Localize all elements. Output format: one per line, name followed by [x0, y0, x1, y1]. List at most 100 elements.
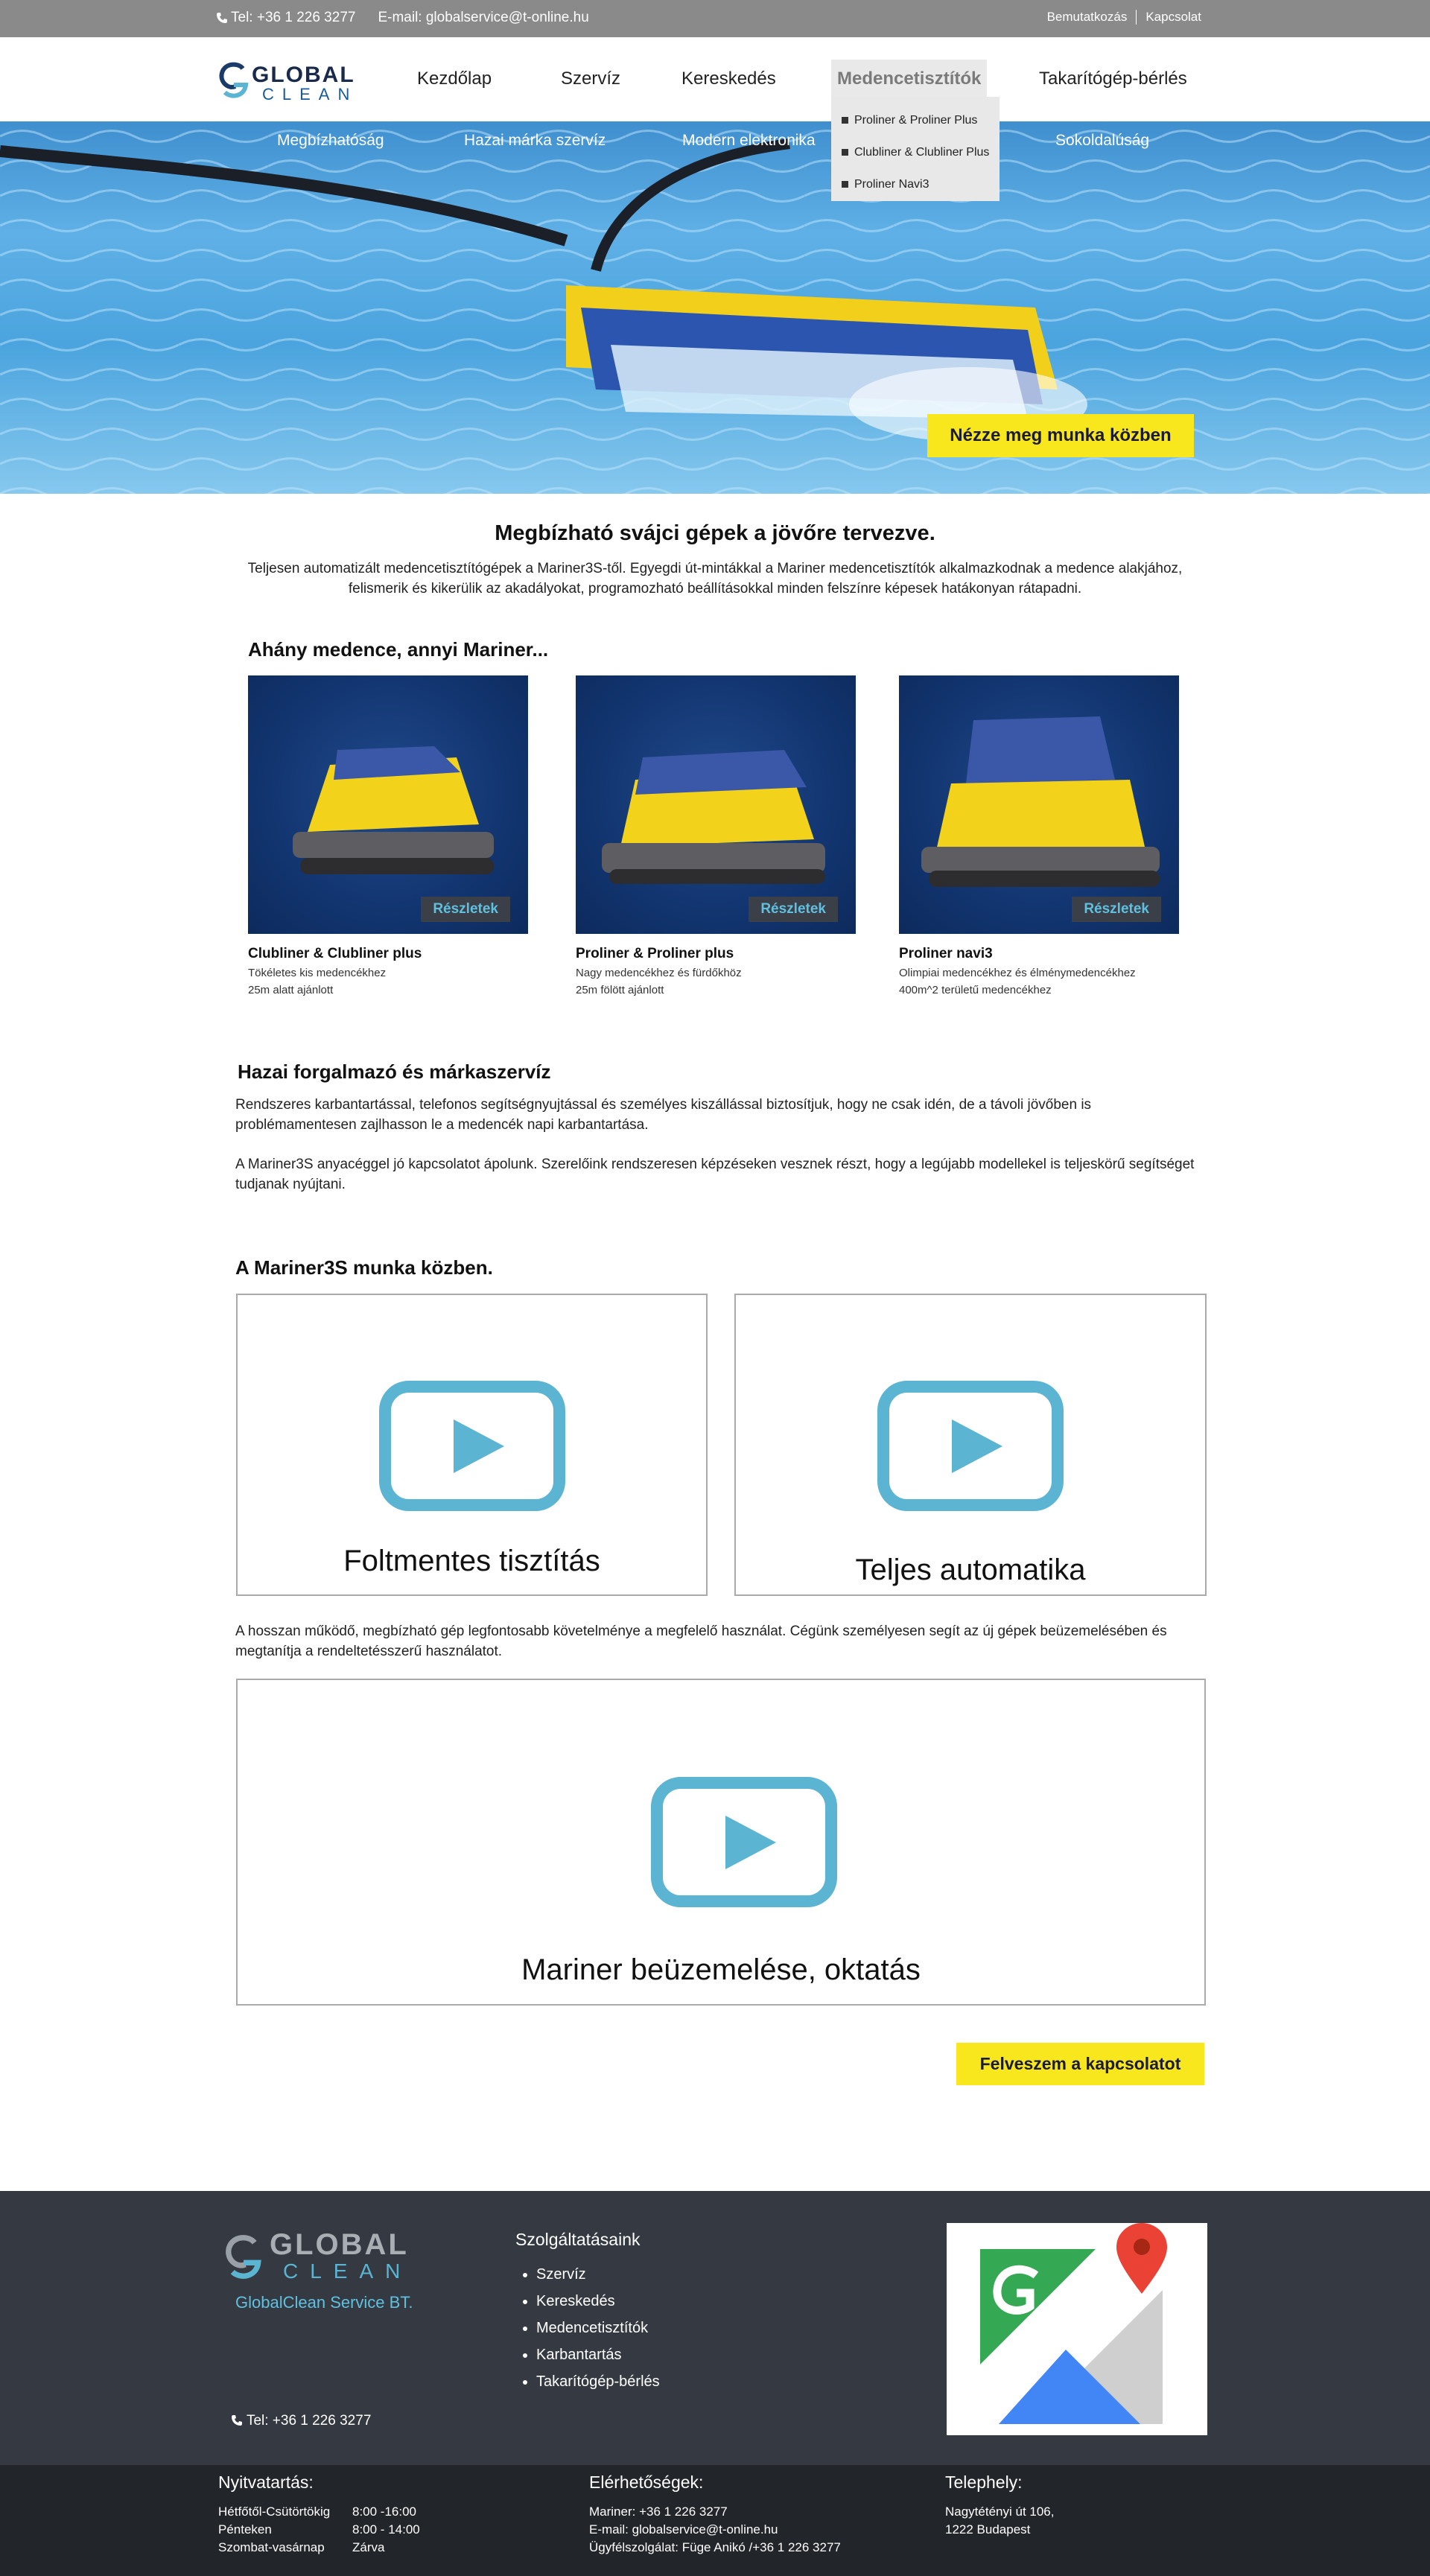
product-card-proliner[interactable]: Részletek Proliner & Proliner plus Nagy …	[576, 675, 856, 996]
robot-image	[293, 746, 494, 874]
hero-sub-service[interactable]: Hazai márka szervíz	[464, 132, 606, 150]
intro-text: Teljesen automatizált medencetisztítógép…	[247, 561, 1183, 597]
bullet-icon	[842, 117, 848, 124]
footer-service-item[interactable]: Karbantartás	[536, 2341, 660, 2368]
address-line: 1222 Budapest	[945, 2522, 1031, 2537]
service-title: Hazai forgalmazó és márkaszervíz	[238, 1060, 551, 1083]
product-desc: 400m^2 területű medencékhez	[899, 984, 1052, 996]
phone-icon	[217, 13, 227, 23]
footer-service-item[interactable]: Szervíz	[536, 2261, 660, 2288]
video-installation-training[interactable]: Mariner beüzemelése, oktatás	[236, 1679, 1206, 2006]
google-maps-icon	[980, 2223, 1167, 2424]
play-icon	[379, 1381, 565, 1511]
product-desc: 25m fölött ajánlott	[576, 984, 664, 996]
videos-title: A Mariner3S munka közben.	[235, 1256, 493, 1279]
dropdown-item-proliner[interactable]: Proliner & Proliner Plus	[842, 104, 1000, 136]
contact-line[interactable]: Mariner: +36 1 226 3277	[589, 2503, 841, 2521]
service-paragraph-2: A Mariner3S anyacéggel jó kapcsolatot áp…	[235, 1157, 1195, 1192]
google-maps-link[interactable]	[947, 2223, 1207, 2435]
footer-services-list: Szervíz Kereskedés Medencetisztítók Karb…	[536, 2261, 660, 2395]
product-card-navi3[interactable]: Részletek Proliner navi3 Olimpiai medenc…	[899, 675, 1179, 996]
products-title: Ahány medence, annyi Mariner...	[248, 638, 549, 661]
video-caption: Teljes automatika	[855, 1553, 1086, 1586]
product-desc: 25m alatt ajánlott	[248, 984, 334, 996]
top-bar: Tel: +36 1 226 3277 E-mail: globalservic…	[0, 0, 1430, 37]
play-icon	[651, 1777, 837, 1907]
nav-home[interactable]: Kezdőlap	[417, 69, 492, 89]
videos-paragraph: A hosszan működő, megbízható gép legfont…	[235, 1623, 1167, 1659]
header: GLOBAL CLEAN Kezdőlap Szervíz Kereskedés…	[0, 37, 1430, 121]
product-name[interactable]: Clubliner & Clubliner plus	[248, 946, 528, 962]
watch-in-action-button[interactable]: Nézze meg munka közben	[927, 414, 1194, 457]
video-spotless-cleaning[interactable]: Foltmentes tisztítás	[236, 1294, 708, 1596]
contacts: Elérhetőségek: Mariner: +36 1 226 3277 E…	[589, 2472, 841, 2557]
logo-text-clean: CLEAN	[262, 85, 358, 104]
product-name[interactable]: Proliner navi3	[899, 946, 1179, 962]
details-badge[interactable]: Részletek	[749, 897, 838, 922]
footer-phone[interactable]: Tel: +36 1 226 3277	[231, 2413, 371, 2429]
top-email[interactable]: E-mail: globalservice@t-online.hu	[378, 10, 588, 26]
hero-pool-robot-image	[0, 121, 1430, 494]
product-image[interactable]: Részletek	[248, 675, 528, 934]
site-address: Telephely: Nagytétényi út 106, 1222 Buda…	[945, 2472, 1054, 2539]
robot-image	[921, 716, 1160, 887]
dropdown-item-clubliner[interactable]: Clubliner & Clubliner Plus	[842, 136, 1000, 168]
hours-day: Pénteken	[218, 2522, 272, 2537]
bullet-icon	[842, 181, 848, 188]
hero-banner: Megbízhatóság Hazai márka szervíz Modern…	[0, 121, 1430, 494]
details-badge[interactable]: Részletek	[1072, 897, 1161, 922]
nav-trade[interactable]: Kereskedés	[681, 69, 776, 89]
nav-service[interactable]: Szervíz	[561, 69, 620, 89]
footer: GLOBAL CLEAN GlobalClean Service BT. Tel…	[0, 2191, 1430, 2465]
dropdown-item-navi3[interactable]: Proliner Navi3	[842, 168, 1000, 200]
video-caption: Mariner beüzemelése, oktatás	[521, 1953, 921, 1986]
pool-cleaners-dropdown: Proliner & Proliner Plus Clubliner & Clu…	[831, 97, 1000, 201]
product-image[interactable]: Részletek	[576, 675, 856, 934]
video-full-automation[interactable]: Teljes automatika	[734, 1294, 1207, 1596]
opening-hours-title: Nyitvatartás:	[218, 2472, 314, 2492]
product-card-clubliner[interactable]: Részletek Clubliner & Clubliner plus Tök…	[248, 675, 528, 996]
logo-mark-icon	[219, 62, 249, 98]
footer-service-item[interactable]: Takarítógép-bérlés	[536, 2368, 660, 2395]
footer-services-title: Szolgáltatásaink	[515, 2230, 641, 2249]
hero-sub-electronics[interactable]: Modern elektronika	[682, 132, 816, 150]
logo[interactable]: GLOBAL CLEAN	[217, 60, 366, 104]
service-paragraph-1: Rendszeres karbantartással, telefonos se…	[235, 1097, 1092, 1133]
footer-logo-global: GLOBAL	[270, 2228, 409, 2261]
contacts-title: Elérhetőségek:	[589, 2472, 704, 2492]
address-line: Nagytétényi út 106,	[945, 2505, 1055, 2519]
hours-time: Zárva	[352, 2540, 385, 2554]
footer-service-item[interactable]: Kereskedés	[536, 2288, 660, 2315]
contact-line[interactable]: Ügyfélszolgálat: Füge Anikó /+36 1 226 3…	[589, 2539, 841, 2557]
robot-image	[602, 750, 825, 884]
footer-service-item[interactable]: Medencetisztítók	[536, 2315, 660, 2341]
intro-title: Megbízható svájci gépek a jövőre tervezv…	[495, 521, 935, 545]
details-badge[interactable]: Részletek	[421, 897, 510, 922]
nav-rental[interactable]: Takarítógép-bérlés	[1039, 69, 1187, 89]
opening-hours: Nyitvatartás: Hétfőtől-Csütörtökig 8:00 -…	[218, 2472, 420, 2557]
footer-logo[interactable]: GLOBAL CLEAN	[223, 2228, 425, 2288]
contact-line[interactable]: E-mail: globalservice@t-online.hu	[589, 2521, 841, 2539]
site-title: Telephely:	[945, 2472, 1023, 2492]
video-caption: Foltmentes tisztítás	[343, 1545, 600, 1577]
hours-time: 8:00 -16:00	[352, 2505, 417, 2519]
bullet-icon	[842, 149, 848, 156]
product-desc: Tökéletes kis medencékhez	[248, 967, 387, 979]
play-icon	[877, 1381, 1064, 1511]
top-phone[interactable]: Tel: +36 1 226 3277	[216, 10, 355, 26]
top-link-about[interactable]: Bemutatkozás	[1038, 10, 1137, 25]
hours-day: Szombat-vasárnap	[218, 2540, 325, 2554]
bottom-bar: Nyitvatartás: Hétfőtől-Csütörtökig 8:00 -…	[0, 2465, 1430, 2576]
hero-sub-versatility[interactable]: Sokoldalúság	[1055, 132, 1149, 150]
product-image[interactable]: Részletek	[899, 675, 1179, 934]
nav-pool-cleaners[interactable]: Medencetisztítók	[831, 60, 988, 98]
logo-text-global: GLOBAL	[252, 63, 355, 87]
footer-company-name: GlobalClean Service BT.	[235, 2293, 413, 2312]
top-link-contact[interactable]: Kapcsolat	[1136, 10, 1210, 25]
product-name[interactable]: Proliner & Proliner plus	[576, 946, 856, 962]
product-desc: Olimpiai medencékhez és élménymedencékhe…	[899, 967, 1136, 979]
contact-cta-button[interactable]: Felveszem a kapcsolatot	[956, 2043, 1204, 2085]
product-desc: Nagy medencékhez és fürdőkhöz	[576, 967, 742, 979]
hours-time: 8:00 - 14:00	[352, 2522, 420, 2537]
hero-sub-reliability[interactable]: Megbízhatóság	[277, 132, 384, 150]
